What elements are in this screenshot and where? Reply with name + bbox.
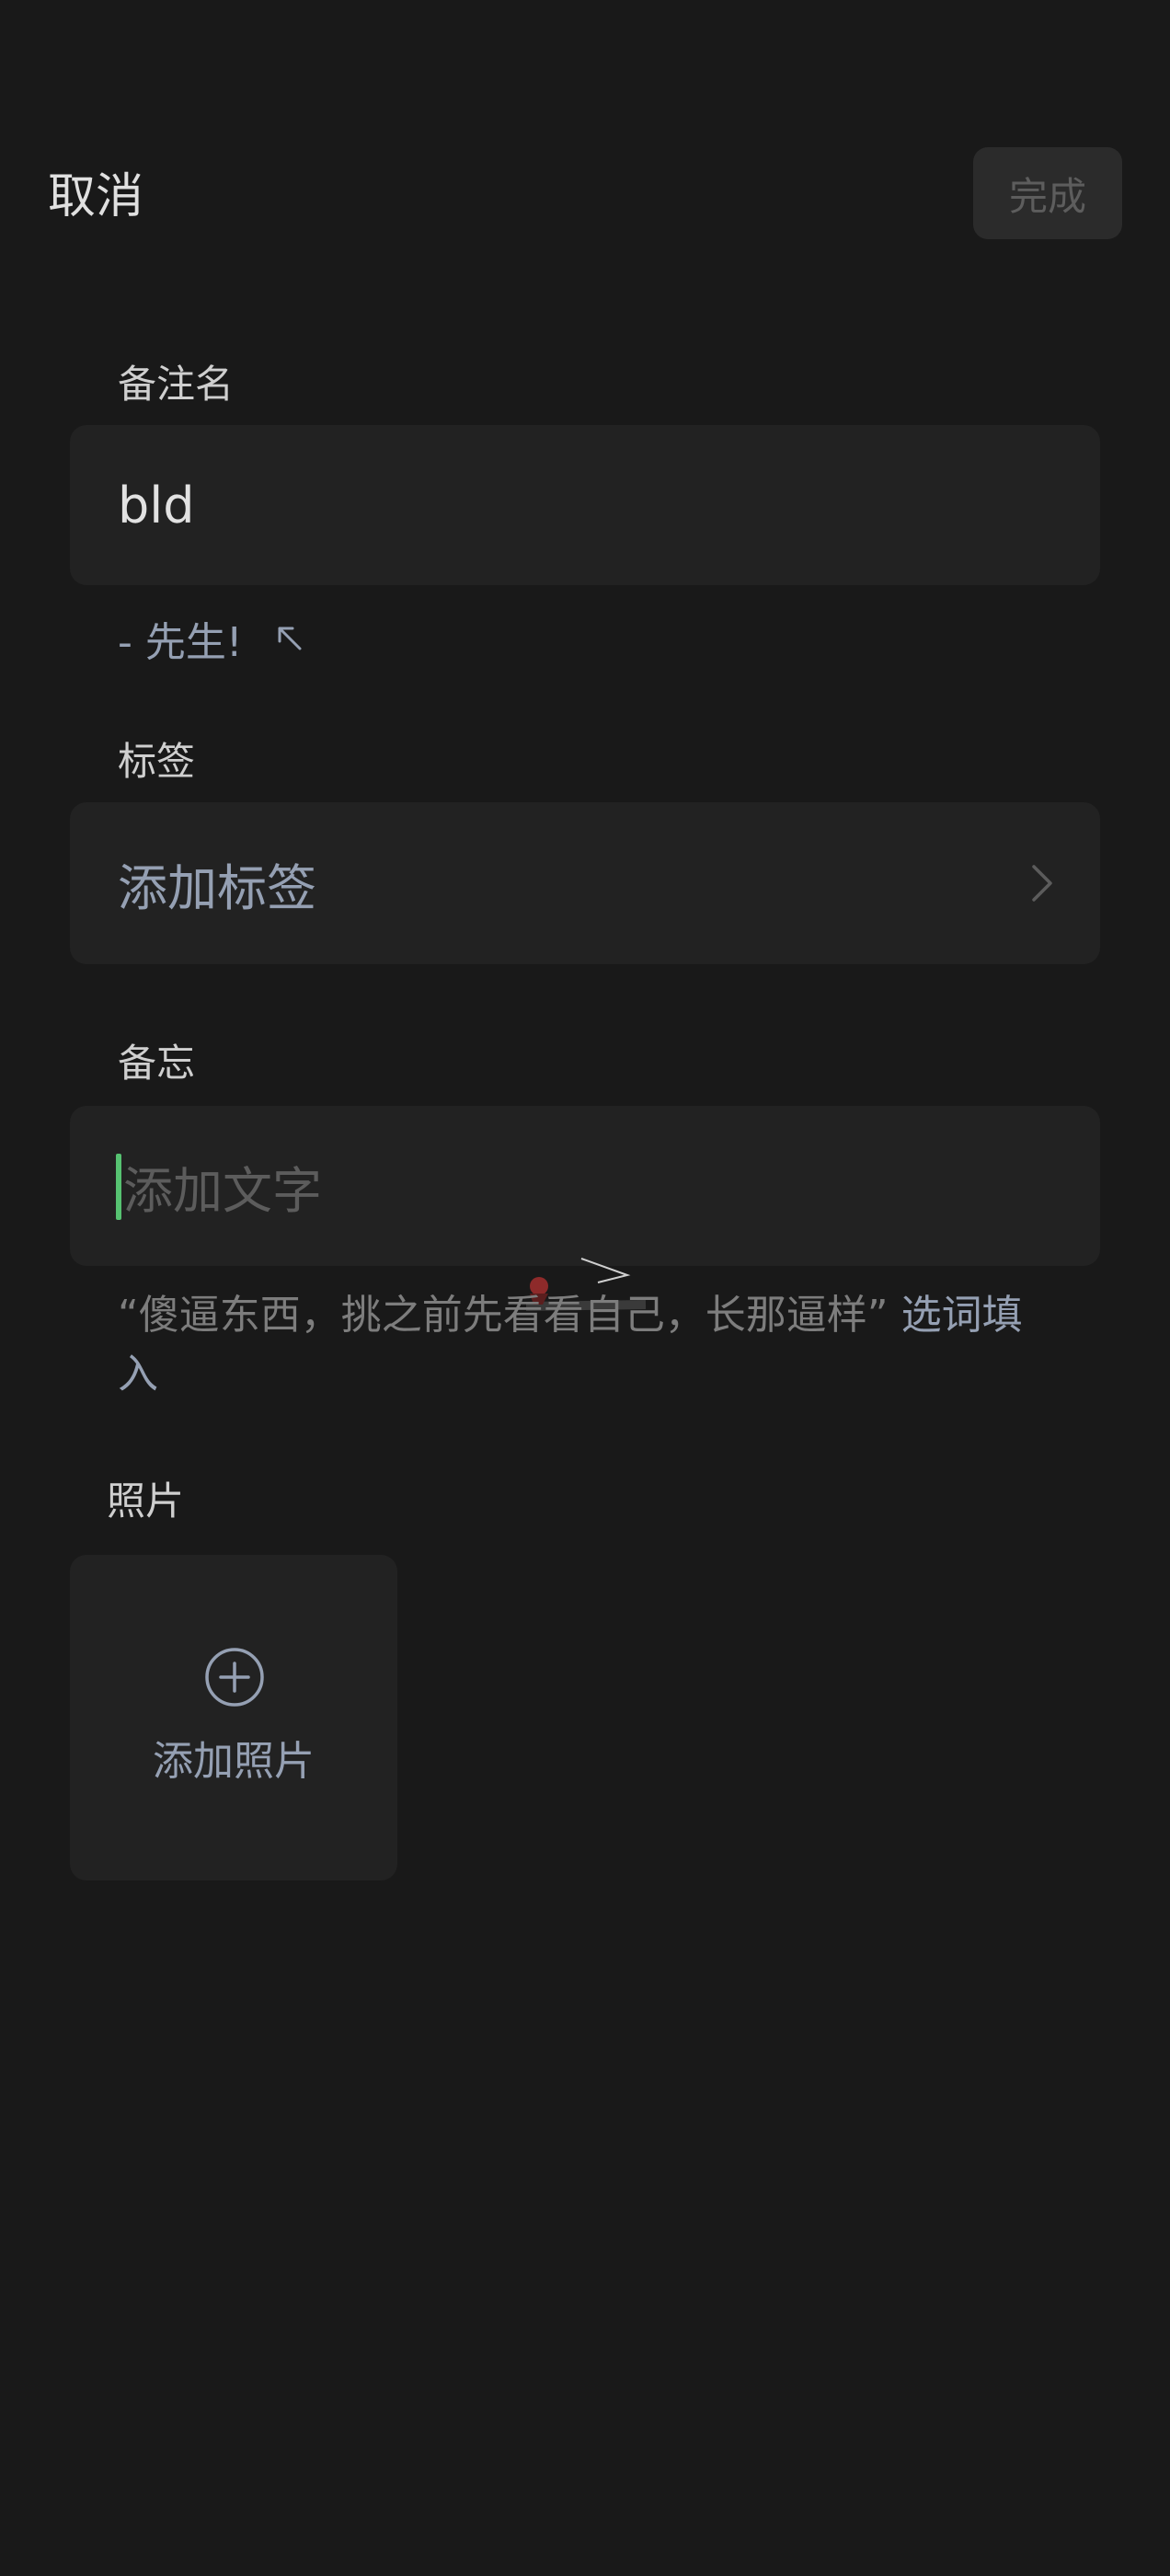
arrow-up-left-icon <box>278 627 302 650</box>
photos-label: 照片 <box>107 1478 185 1524</box>
remark-suggestion-text: - 先生! <box>118 619 243 666</box>
add-tags-field[interactable]: 添加标签 <box>70 802 1100 964</box>
memo-input[interactable]: 添加文字 <box>70 1106 1100 1266</box>
memo-placeholder: 添加文字 <box>123 1161 322 1220</box>
remark-name-label: 备注名 <box>118 362 235 407</box>
text-cursor <box>116 1154 121 1220</box>
add-circle-icon <box>205 1648 264 1707</box>
clipboard-quote-text: “傻逼东西，挑之前先看看自己，长那逼样” <box>118 1292 889 1339</box>
chevron-right-icon <box>1032 865 1052 902</box>
top-bar: 取消 完成 <box>0 0 1170 276</box>
add-photo-label: 添加照片 <box>153 1738 315 1785</box>
remark-name-field[interactable]: bld <box>70 425 1100 585</box>
remark-name-value: bld <box>118 476 195 535</box>
cancel-button[interactable]: 取消 <box>48 164 143 230</box>
done-button[interactable]: 完成 <box>973 147 1122 239</box>
remark-suggestion[interactable]: - 先生! <box>118 609 305 668</box>
add-tags-placeholder: 添加标签 <box>118 858 316 917</box>
clipboard-suggestion: “傻逼东西，挑之前先看看自己，长那逼样” 选词填入 <box>118 1286 1056 1404</box>
memo-label: 备忘 <box>118 1041 196 1086</box>
add-photo-button[interactable]: 添加照片 <box>70 1555 397 1880</box>
tags-label: 标签 <box>118 739 196 784</box>
